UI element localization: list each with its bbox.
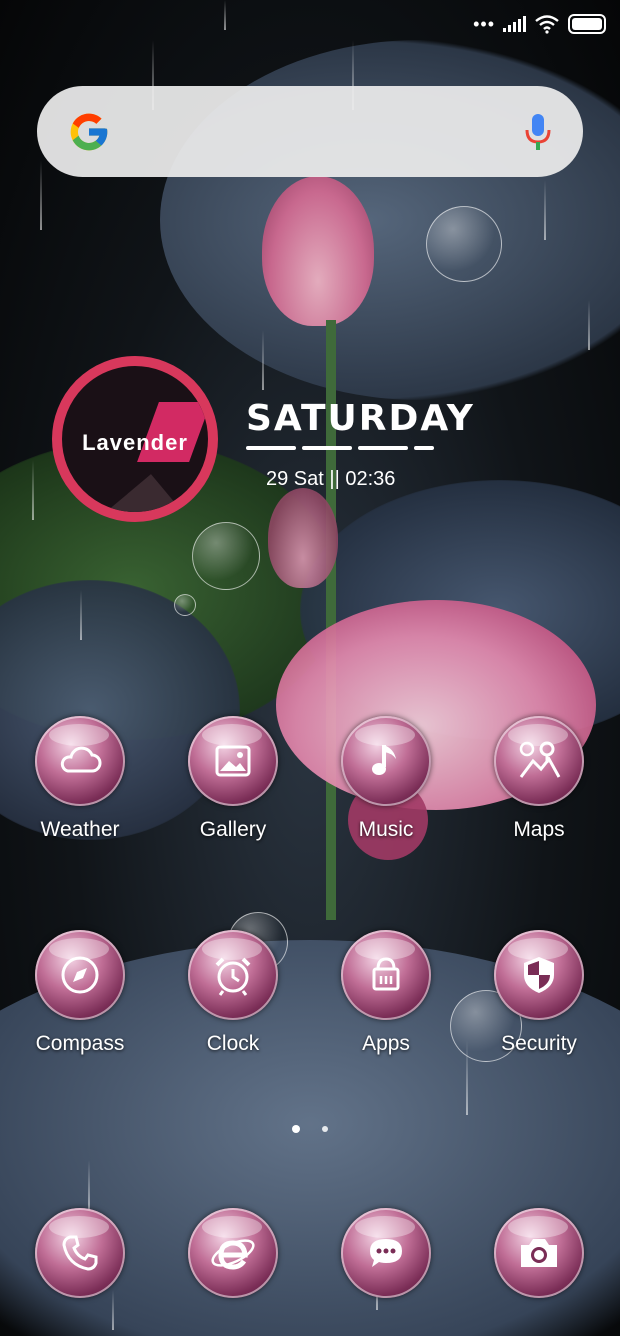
day-of-week: SATURDAY	[246, 398, 475, 439]
chat-bubble-icon	[341, 1208, 431, 1298]
shield-icon	[494, 930, 584, 1020]
app-apps[interactable]: Apps	[316, 930, 456, 1056]
alarm-clock-icon	[188, 930, 278, 1020]
dock-camera[interactable]	[469, 1208, 609, 1298]
compass-icon	[35, 930, 125, 1020]
app-weather[interactable]: Weather	[10, 716, 150, 842]
dock-browser[interactable]	[163, 1208, 303, 1298]
camera-icon	[494, 1208, 584, 1298]
map-pin-icon	[494, 716, 584, 806]
app-compass[interactable]: Compass	[10, 930, 150, 1056]
google-search-bar[interactable]	[37, 86, 583, 177]
signal-icon	[503, 16, 526, 32]
widget-brand-label: Lavender	[82, 430, 188, 455]
image-icon	[188, 716, 278, 806]
app-label: Compass	[35, 1032, 125, 1055]
app-gallery[interactable]: Gallery	[163, 716, 303, 842]
shopping-bag-icon	[341, 930, 431, 1020]
more-dots-icon: •••	[473, 14, 495, 34]
browser-e-icon	[188, 1208, 278, 1298]
app-music[interactable]: Music	[316, 716, 456, 842]
decor-bubble	[426, 206, 502, 282]
app-label: Gallery	[199, 818, 267, 841]
day-underline	[246, 446, 434, 450]
app-maps[interactable]: Maps	[469, 716, 609, 842]
app-label: Security	[501, 1032, 577, 1055]
decor-bubble	[192, 522, 260, 590]
wifi-icon	[535, 15, 559, 34]
wallpaper	[0, 0, 620, 1336]
date-time-text[interactable]: 29 Sat || 02:36	[266, 468, 395, 491]
lavender-theme-widget[interactable]: Lavender	[52, 356, 218, 522]
status-bar: •••	[473, 10, 606, 38]
page-indicator[interactable]	[0, 1125, 620, 1133]
music-note-icon	[341, 716, 431, 806]
dock-messages[interactable]	[316, 1208, 456, 1298]
page-dot-active	[292, 1125, 300, 1133]
app-label: Clock	[206, 1032, 260, 1055]
phone-icon	[35, 1208, 125, 1298]
dock-phone[interactable]	[10, 1208, 150, 1298]
app-label: Music	[358, 818, 414, 841]
cloud-icon	[35, 716, 125, 806]
mic-icon[interactable]	[523, 112, 553, 152]
battery-icon	[568, 14, 606, 34]
app-label: Weather	[40, 818, 120, 841]
app-label: Apps	[362, 1032, 410, 1055]
decor-shard	[97, 474, 177, 512]
app-security[interactable]: Security	[469, 930, 609, 1056]
google-logo-icon	[70, 113, 108, 150]
app-label: Maps	[513, 818, 565, 841]
app-clock[interactable]: Clock	[163, 930, 303, 1056]
page-dot	[322, 1126, 328, 1132]
decor-bubble	[174, 594, 196, 616]
